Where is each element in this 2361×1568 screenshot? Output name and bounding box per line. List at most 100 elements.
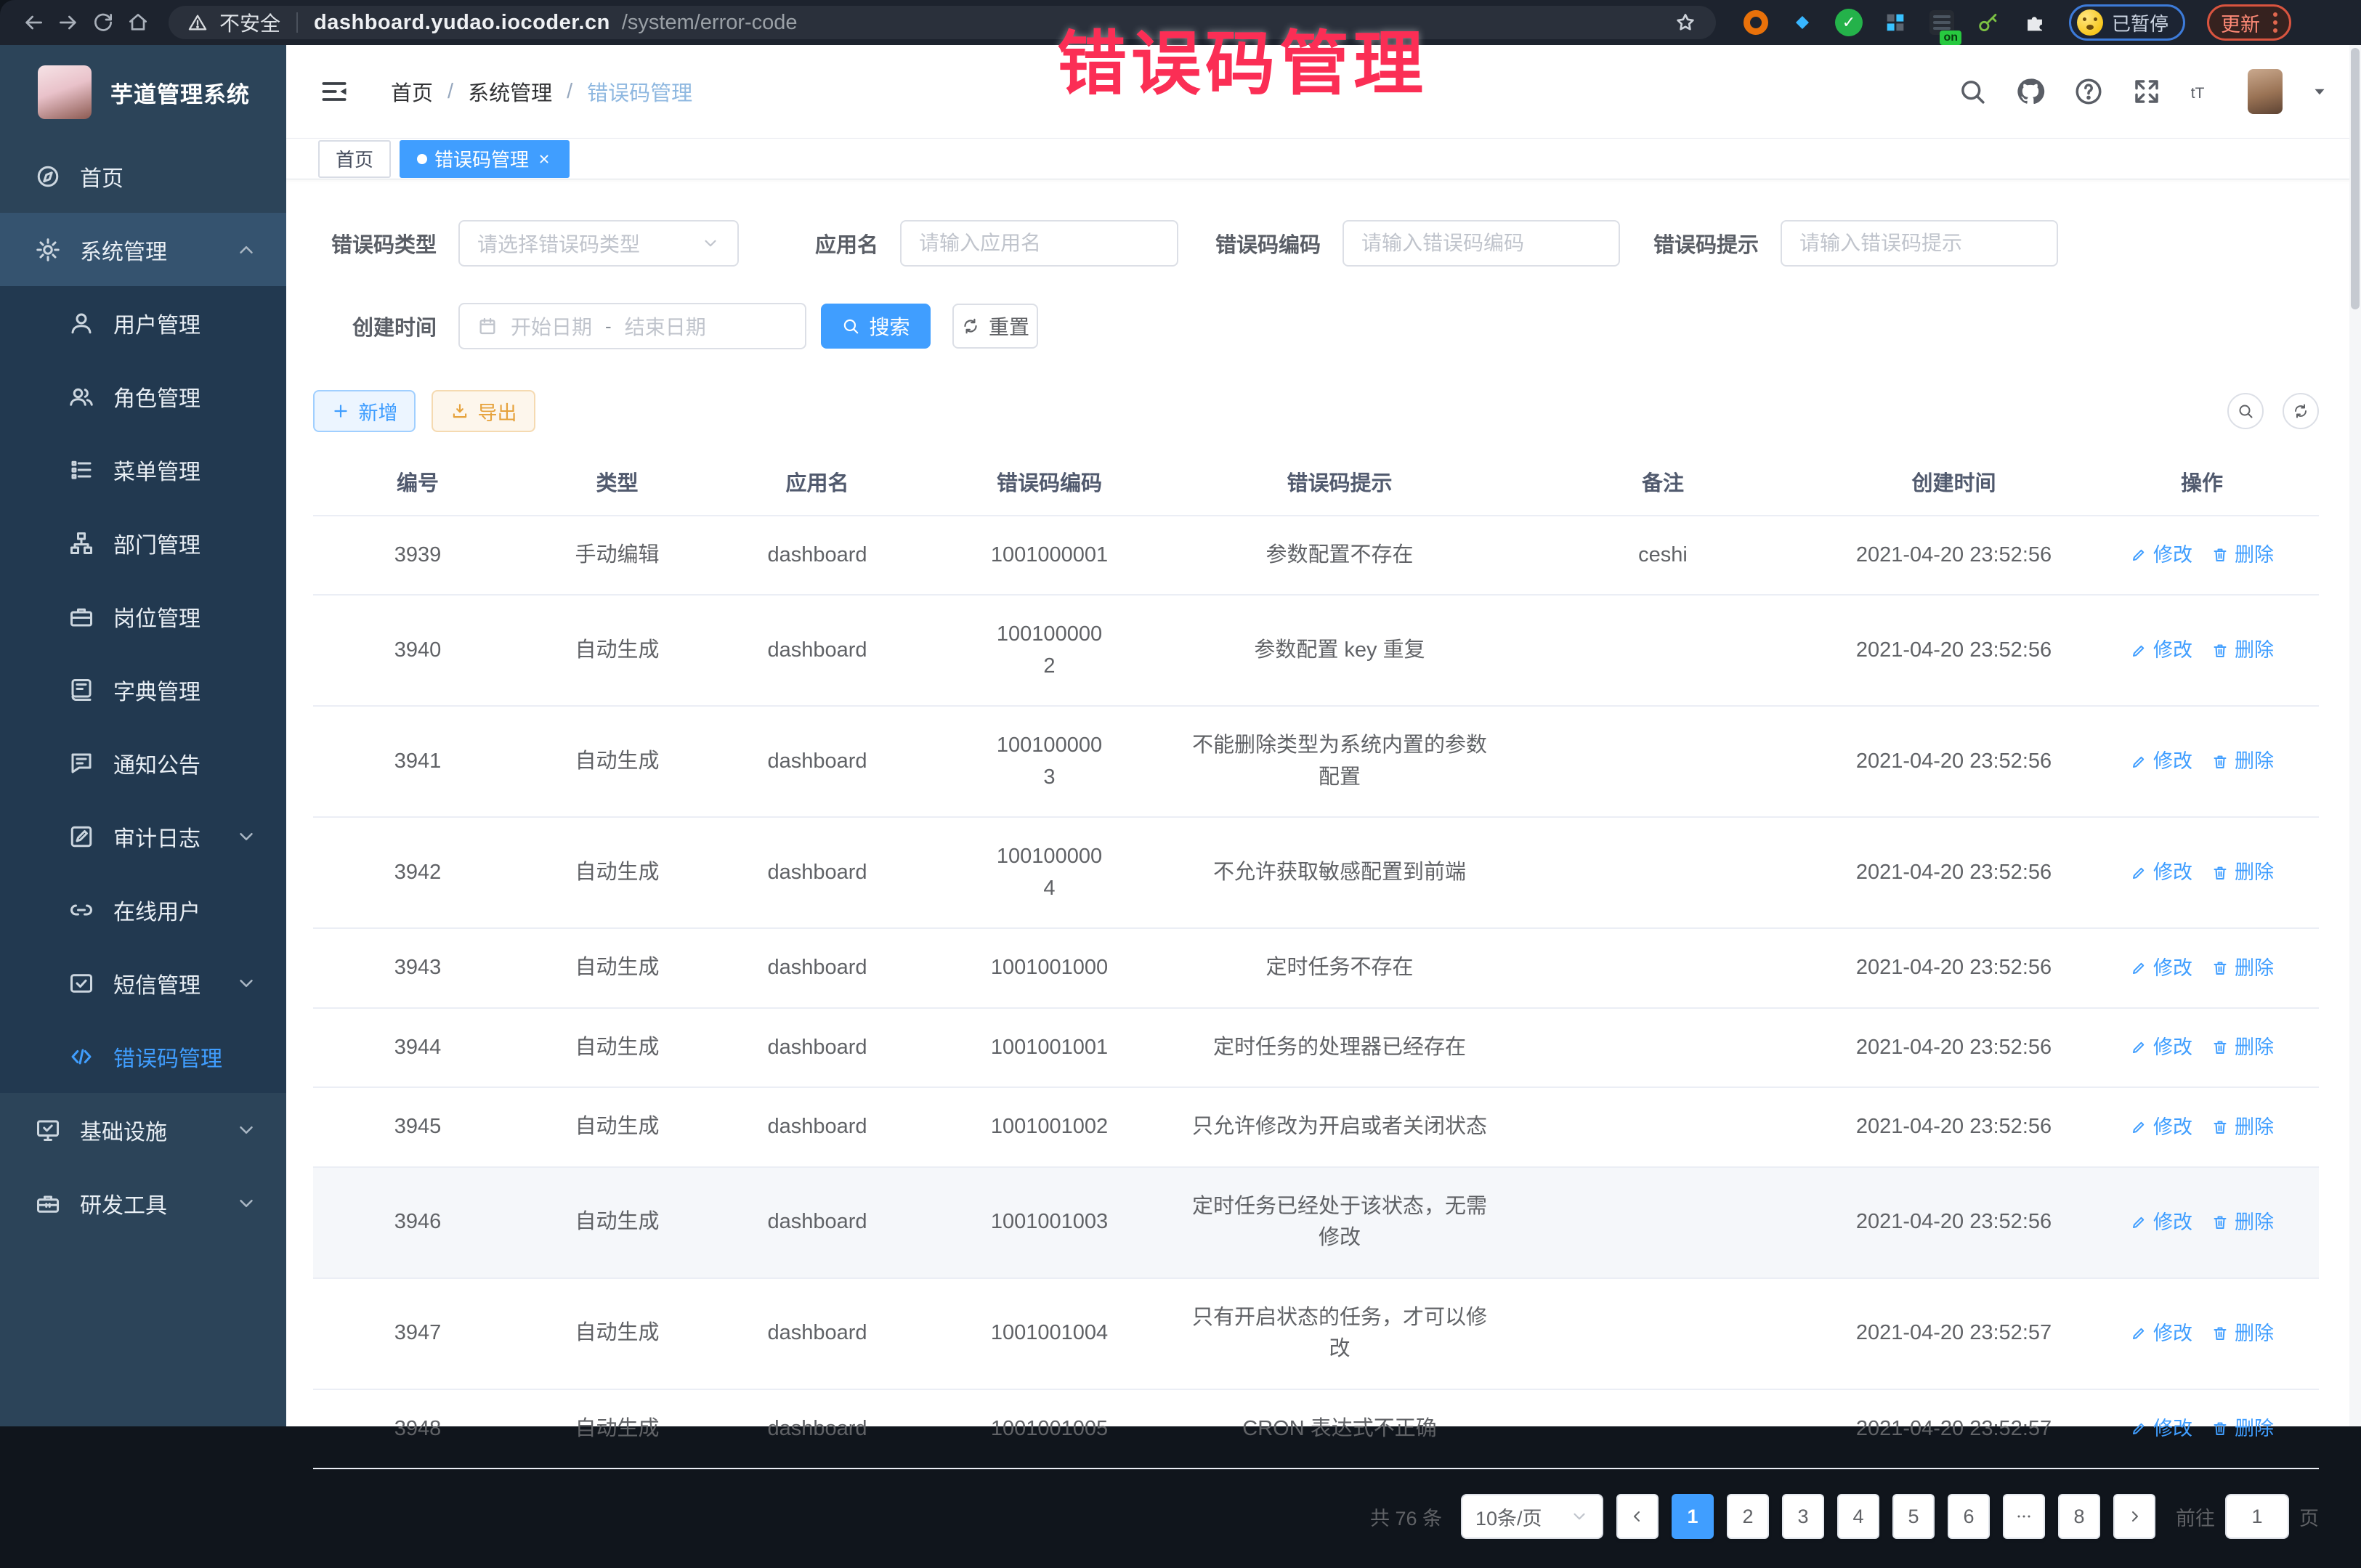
reset-button[interactable]: 重置 bbox=[952, 304, 1038, 349]
orange-circle-extension-icon[interactable] bbox=[1742, 9, 1770, 36]
bookmark-star-icon[interactable] bbox=[1674, 11, 1697, 34]
sidebar-item-8[interactable]: 通知公告 bbox=[0, 726, 286, 800]
edit-link[interactable]: 修改 bbox=[2130, 1033, 2192, 1063]
sidebar-item-6[interactable]: 岗位管理 bbox=[0, 580, 286, 653]
next-page-button[interactable] bbox=[2113, 1494, 2155, 1539]
user-avatar[interactable] bbox=[2248, 69, 2283, 114]
cell-actions: 修改删除 bbox=[2085, 1296, 2319, 1372]
edit-link[interactable]: 修改 bbox=[2130, 1319, 2192, 1349]
prev-page-button[interactable] bbox=[1616, 1494, 1659, 1539]
delete-link-label: 删除 bbox=[2235, 747, 2274, 776]
page-button-4[interactable]: 4 bbox=[1837, 1494, 1879, 1539]
edit-link[interactable]: 修改 bbox=[2130, 954, 2192, 983]
app-header: 首页/系统管理/错误码管理 tT bbox=[286, 45, 2361, 139]
browser-reload-icon[interactable] bbox=[89, 8, 118, 37]
edit-link[interactable]: 修改 bbox=[2130, 1208, 2192, 1238]
tab-1[interactable]: 错误码管理 bbox=[400, 140, 570, 178]
browser-forward-icon[interactable] bbox=[54, 8, 83, 37]
cell-app: dashboard bbox=[712, 1390, 923, 1469]
edit-link[interactable]: 修改 bbox=[2130, 635, 2192, 665]
sidebar-item-1[interactable]: 系统管理 bbox=[0, 213, 286, 286]
page-button-2[interactable]: 2 bbox=[1727, 1494, 1769, 1539]
hamburger-icon[interactable] bbox=[318, 76, 350, 107]
page-button-3[interactable]: 3 bbox=[1782, 1494, 1824, 1539]
page-button-6[interactable]: 6 bbox=[1948, 1494, 1990, 1539]
on-badge-extension-icon[interactable]: on bbox=[1928, 9, 1956, 36]
delete-link[interactable]: 删除 bbox=[2211, 635, 2274, 665]
search-icon[interactable] bbox=[1957, 76, 1988, 107]
avatar-caret-down-icon[interactable] bbox=[2310, 82, 2329, 101]
edit-link[interactable]: 修改 bbox=[2130, 540, 2192, 570]
app-name-input[interactable] bbox=[900, 220, 1178, 267]
sidebar-item-3[interactable]: 角色管理 bbox=[0, 359, 286, 433]
user-icon bbox=[68, 310, 94, 336]
export-button[interactable]: 导出 bbox=[432, 390, 535, 432]
browser-home-icon[interactable] bbox=[123, 8, 153, 37]
more-pages-button[interactable] bbox=[2003, 1494, 2045, 1539]
tab-0[interactable]: 首页 bbox=[318, 140, 391, 178]
browser-update-button[interactable]: 更新 bbox=[2207, 4, 2291, 41]
scrollbar-thumb[interactable] bbox=[2351, 48, 2360, 309]
add-button[interactable]: 新增 bbox=[313, 390, 416, 432]
sidebar-item-9[interactable]: 审计日志 bbox=[0, 800, 286, 873]
grid-extension-icon[interactable] bbox=[1882, 9, 1909, 36]
delete-link[interactable]: 删除 bbox=[2211, 540, 2274, 570]
delete-link[interactable]: 删除 bbox=[2211, 858, 2274, 887]
search-button[interactable]: 搜索 bbox=[821, 304, 931, 349]
sidebar-item-2[interactable]: 用户管理 bbox=[0, 286, 286, 359]
edit-link[interactable]: 修改 bbox=[2130, 1113, 2192, 1142]
sidebar-item-4[interactable]: 菜单管理 bbox=[0, 433, 286, 506]
sidebar-item-11[interactable]: 短信管理 bbox=[0, 946, 286, 1020]
refresh-table-button[interactable] bbox=[2283, 393, 2319, 429]
delete-link-label: 删除 bbox=[2235, 1414, 2274, 1444]
sidebar-item-12[interactable]: 错误码管理 bbox=[0, 1020, 286, 1093]
sidebar-item-10[interactable]: 在线用户 bbox=[0, 873, 286, 946]
key-extension-icon[interactable] bbox=[1975, 9, 2002, 36]
delete-link[interactable]: 删除 bbox=[2211, 747, 2274, 776]
green-check-extension-icon[interactable]: ✓ bbox=[1835, 9, 1863, 36]
sidebar-item-13[interactable]: 基础设施 bbox=[0, 1093, 286, 1166]
table-row: 3939手动编辑dashboard1001000001参数配置不存在ceshi2… bbox=[313, 516, 2319, 596]
sidebar-item-label: 菜单管理 bbox=[113, 454, 257, 486]
help-icon[interactable] bbox=[2073, 76, 2104, 107]
page-button-8[interactable]: 8 bbox=[2058, 1494, 2100, 1539]
puzzle-extensions-icon[interactable] bbox=[2021, 9, 2049, 36]
font-size-icon[interactable]: tT bbox=[2190, 76, 2220, 107]
error-msg-input[interactable] bbox=[1781, 220, 2058, 267]
goto-page-input[interactable] bbox=[2225, 1494, 2289, 1539]
error-code-type-select[interactable]: 请选择错误码类型 bbox=[458, 220, 739, 267]
create-time-range-picker[interactable]: 开始日期 - 结束日期 bbox=[458, 303, 806, 349]
cell-code: 1001001005 bbox=[923, 1390, 1176, 1469]
delete-link[interactable]: 删除 bbox=[2211, 954, 2274, 983]
github-icon[interactable] bbox=[2015, 76, 2046, 107]
page-button-5[interactable]: 5 bbox=[1892, 1494, 1935, 1539]
delete-icon bbox=[2211, 1039, 2229, 1056]
delete-link[interactable]: 删除 bbox=[2211, 1113, 2274, 1142]
cell-msg: CRON 表达式不正确 bbox=[1176, 1390, 1503, 1469]
cell-type: 自动生成 bbox=[522, 834, 712, 912]
breadcrumb-item-1[interactable]: 系统管理 bbox=[468, 76, 552, 107]
delete-link[interactable]: 删除 bbox=[2211, 1208, 2274, 1238]
page-size-select[interactable]: 10条/页 bbox=[1461, 1494, 1603, 1539]
fullscreen-icon[interactable] bbox=[2131, 76, 2162, 107]
edit-link[interactable]: 修改 bbox=[2130, 858, 2192, 887]
error-code-input[interactable] bbox=[1343, 220, 1620, 267]
tab-close-icon[interactable] bbox=[536, 151, 552, 167]
edit-link[interactable]: 修改 bbox=[2130, 1414, 2192, 1444]
delete-link[interactable]: 删除 bbox=[2211, 1414, 2274, 1444]
profile-paused-chip[interactable]: 已暂停 bbox=[2069, 4, 2185, 41]
sidebar-item-7[interactable]: 字典管理 bbox=[0, 653, 286, 726]
page-button-1[interactable]: 1 bbox=[1672, 1494, 1714, 1539]
delete-link[interactable]: 删除 bbox=[2211, 1319, 2274, 1349]
sidebar-item-5[interactable]: 部门管理 bbox=[0, 506, 286, 580]
gem-extension-icon[interactable] bbox=[1789, 9, 1816, 36]
sidebar-item-0[interactable]: 首页 bbox=[0, 139, 286, 213]
edit-link[interactable]: 修改 bbox=[2130, 747, 2192, 776]
address-bar[interactable]: 不安全 dashboard.yudao.iocoder.cn/system/er… bbox=[169, 6, 1716, 39]
sidebar-item-label: 研发工具 bbox=[80, 1187, 216, 1219]
browser-back-icon[interactable] bbox=[19, 8, 48, 37]
show-search-toggle-button[interactable] bbox=[2227, 393, 2264, 429]
sidebar-item-14[interactable]: 研发工具 bbox=[0, 1166, 286, 1240]
delete-link[interactable]: 删除 bbox=[2211, 1033, 2274, 1063]
breadcrumb-item-0[interactable]: 首页 bbox=[391, 76, 433, 107]
